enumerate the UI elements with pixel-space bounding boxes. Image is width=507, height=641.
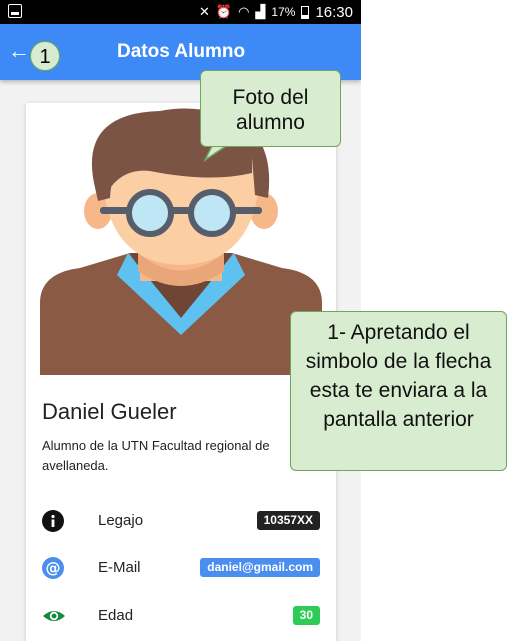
back-arrow-callout: 1- Apretando el simbolo de la flecha est… [290, 311, 507, 471]
status-indicators: ✕ ⏰ ◠ ▟ 17% 16:30 [199, 3, 353, 21]
legajo-value: 10357XX [256, 511, 320, 530]
svg-text:@: @ [46, 559, 61, 577]
alarm-icon: ⏰ [215, 4, 233, 19]
detail-row-email: @ E-Mail daniel@gmail.com [42, 555, 320, 581]
info-icon [42, 510, 64, 532]
age-value: 30 [292, 606, 320, 625]
mute-icon: ✕ [198, 4, 210, 19]
eye-icon [42, 605, 65, 627]
detail-label: Legajo [98, 512, 144, 529]
detail-row-edad: Edad 30 [42, 603, 320, 629]
back-arrow-icon[interactable]: ← [8, 40, 30, 62]
student-description: Alumno de la UTN Facultad regional de av… [42, 438, 270, 473]
status-bar: ✕ ⏰ ◠ ▟ 17% 16:30 [0, 0, 361, 24]
battery-icon [301, 5, 310, 19]
photo-callout: Foto del alumno [200, 70, 341, 147]
annotation-number-badge: 1 [30, 41, 60, 71]
email-value: daniel@gmail.com [200, 558, 320, 577]
signal-icon: ▟ [255, 4, 266, 19]
page-title: Datos Alumno [117, 41, 246, 62]
clock: 16:30 [315, 3, 353, 21]
detail-label: Edad [98, 607, 134, 624]
wifi-icon: ◠ [238, 4, 250, 19]
battery-percent: 17% [271, 5, 296, 19]
detail-label: E-Mail [98, 559, 141, 576]
gallery-notification-icon [8, 4, 22, 18]
at-icon: @ [42, 557, 64, 579]
detail-row-legajo: Legajo 10357XX [42, 508, 320, 534]
student-name: Daniel Gueler [42, 399, 177, 424]
